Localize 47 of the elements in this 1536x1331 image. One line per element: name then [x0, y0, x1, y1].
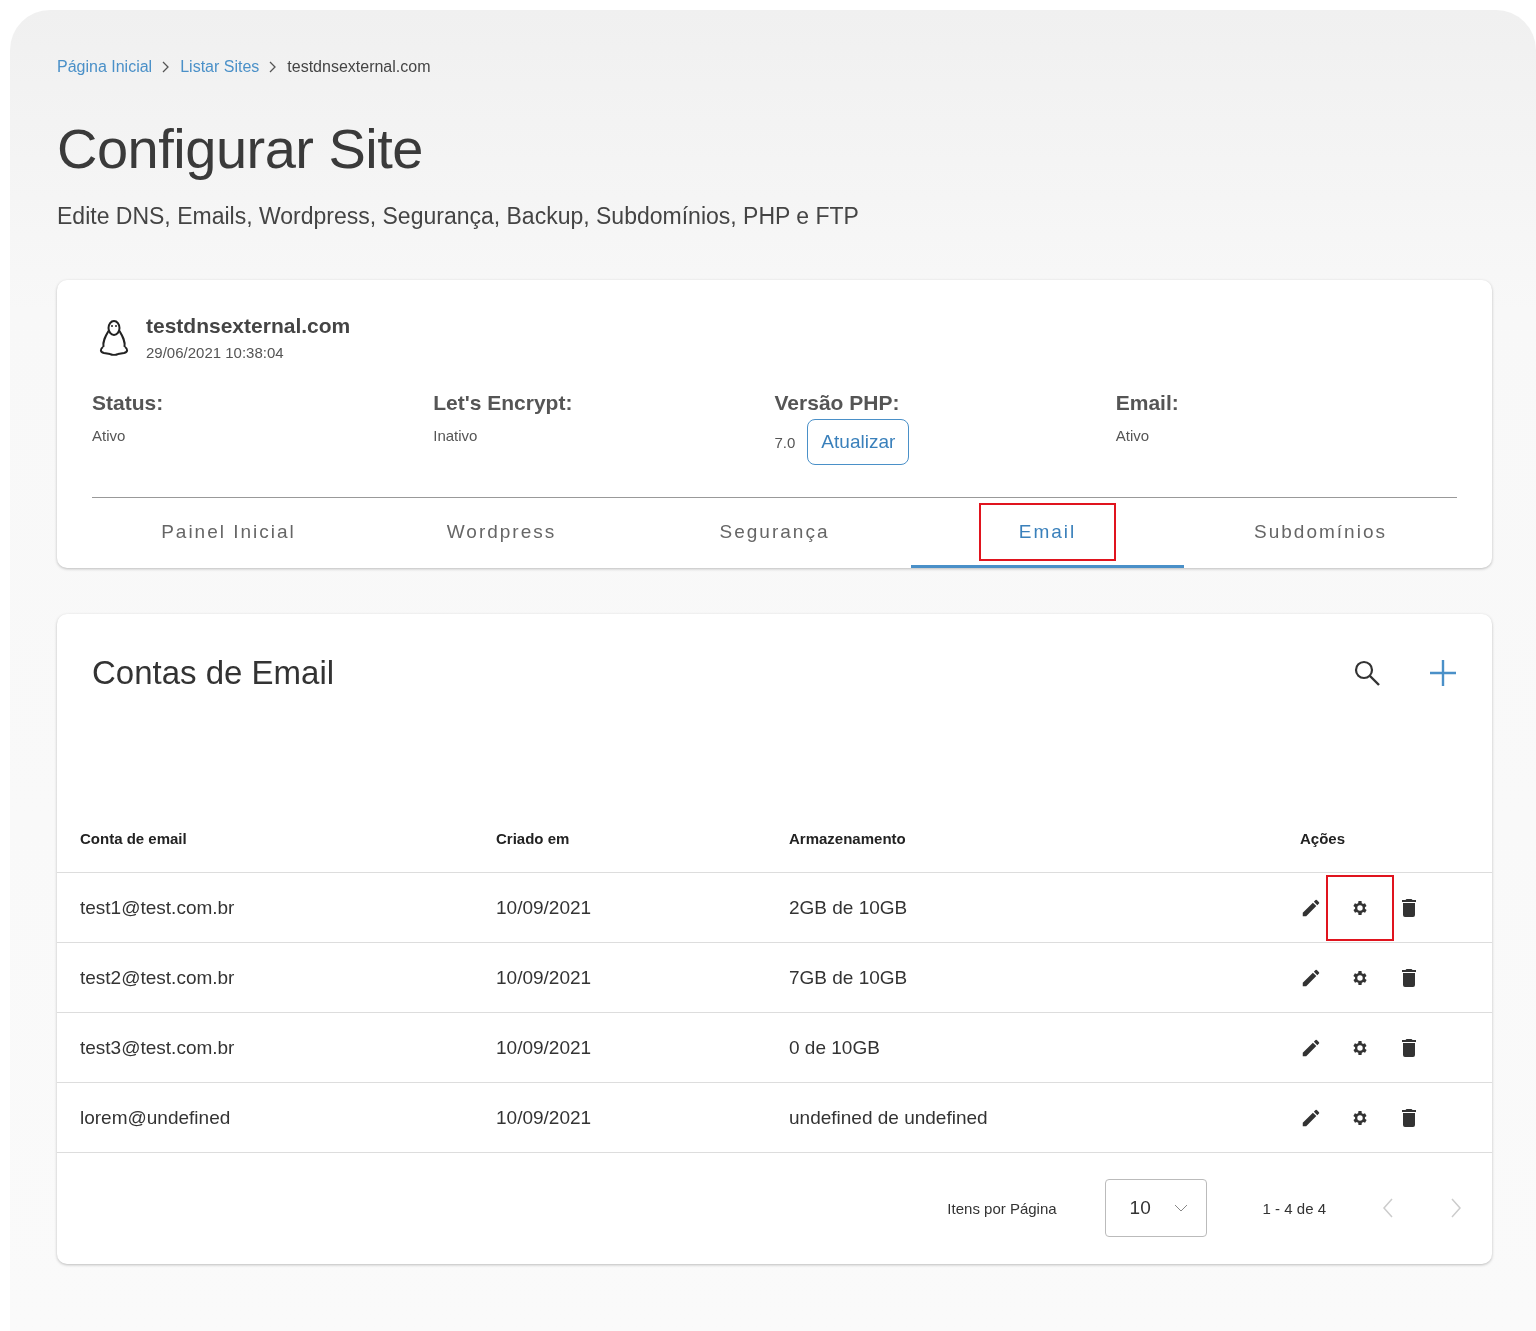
info-value: 7.0 [774, 433, 796, 451]
tab[interactable]: Email [911, 498, 1184, 568]
info-label: Versão PHP: [774, 391, 901, 415]
search-icon[interactable] [1353, 659, 1381, 687]
chevron-right-icon [162, 61, 171, 73]
breadcrumb-link[interactable]: Página Inicial [57, 58, 153, 76]
table-cell: 2GB de 10GB [766, 872, 1277, 943]
page-range: 1 - 4 de 4 [1262, 1199, 1326, 1217]
column-header: Criado em [473, 804, 766, 873]
tab[interactable]: Painel Inicial [92, 498, 365, 568]
page-size-label: Itens por Página [947, 1199, 1057, 1217]
site-domain: testdnsexternal.com [146, 314, 351, 338]
info-label: Status: [92, 391, 165, 415]
update-button[interactable]: Atualizar [807, 419, 910, 465]
penguin-icon [98, 318, 130, 357]
tab[interactable]: Subdomínios [1184, 498, 1457, 568]
table-cell: 10/09/2021 [473, 872, 766, 943]
site-date: 29/06/2021 10:38:04 [146, 344, 285, 361]
breadcrumb-link[interactable]: Listar Sites [180, 58, 260, 76]
table-cell: undefined de undefined [766, 1082, 1277, 1153]
info-label: Let's Encrypt: [433, 391, 574, 415]
table-cell: test1@test.com.br [57, 872, 473, 943]
table-cell: 10/09/2021 [473, 942, 766, 1013]
info-label: Email: [1115, 391, 1180, 415]
table-cell: test3@test.com.br [57, 1012, 473, 1083]
column-header: Ações [1277, 804, 1492, 873]
page-size-select[interactable]: 10 [1104, 1179, 1207, 1237]
section-title: Contas de Email [92, 654, 336, 692]
caret-icon [1173, 1204, 1188, 1212]
table-cell: lorem@undefined [57, 1082, 473, 1153]
tab[interactable]: Segurança [638, 498, 911, 568]
table-cell: 10/09/2021 [473, 1012, 766, 1083]
page-subtitle: Edite DNS, Emails, Wordpress, Segurança, Backup, Subdomínios, PHP e FTP [57, 203, 860, 230]
tab[interactable]: Wordpress [365, 498, 638, 568]
chevron-right-icon [269, 61, 278, 73]
info-value: Inativo [433, 427, 479, 444]
table-cell: 0 de 10GB [766, 1012, 1277, 1083]
page-title: Configurar Site [57, 116, 424, 181]
table-cell: 10/09/2021 [473, 1082, 766, 1153]
column-header: Armazenamento [766, 804, 1277, 873]
breadcrumb-current: testdnsexternal.com [287, 58, 431, 76]
info-value: Ativo [92, 427, 127, 444]
column-header: Conta de email [57, 804, 473, 873]
table-cell: test2@test.com.br [57, 942, 473, 1013]
info-value: Ativo [1115, 427, 1151, 444]
add-icon[interactable] [1429, 659, 1457, 687]
table-cell: 7GB de 10GB [766, 942, 1277, 1013]
